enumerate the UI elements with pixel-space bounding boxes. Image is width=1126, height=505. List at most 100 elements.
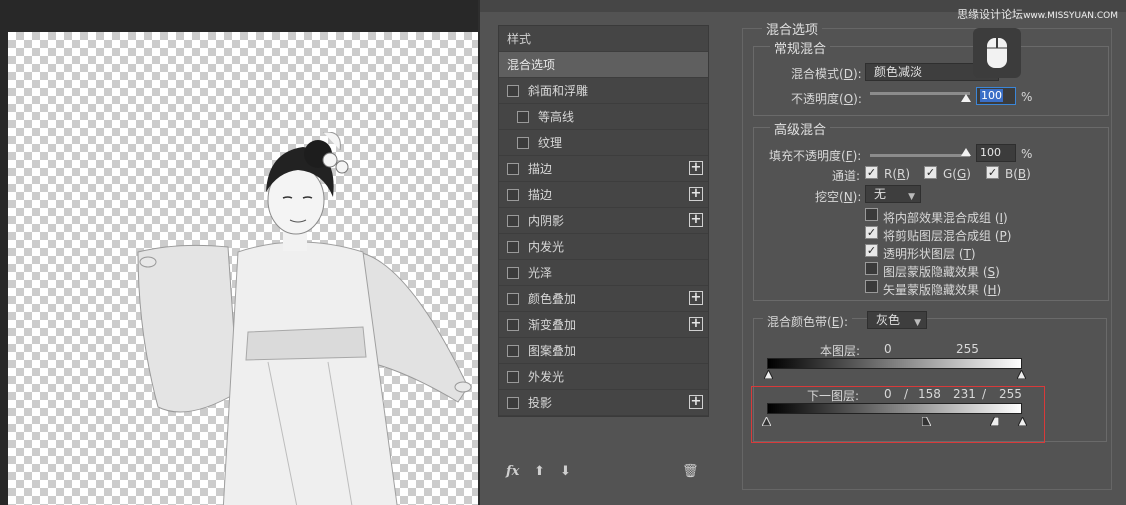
- blend-if-value: 灰色: [876, 313, 901, 327]
- outer-glow-checkbox[interactable]: [507, 370, 519, 383]
- add-color-overlay-button[interactable]: +: [689, 291, 703, 305]
- this-layer-min: 0: [884, 342, 892, 356]
- transparent-canvas[interactable]: [8, 32, 478, 505]
- add-stroke-button[interactable]: +: [689, 161, 703, 175]
- pattern-overlay-checkbox[interactable]: [507, 344, 519, 357]
- fill-opacity-value: 100: [980, 146, 1001, 159]
- blending-options-title: 混合选项: [762, 19, 823, 38]
- transparency-shapes-layer-label: 透明形状图层 (T): [883, 247, 976, 261]
- style-item-drop-shadow[interactable]: 投影 +: [499, 390, 708, 416]
- style-item-label: 描边: [528, 162, 553, 176]
- fill-opacity-label: 填充不透明度(F):: [769, 149, 862, 163]
- style-item-blending-options[interactable]: 混合选项: [499, 52, 708, 78]
- this-layer-black-handle[interactable]: [764, 370, 773, 379]
- style-item-label: 渐变叠加: [528, 318, 577, 332]
- underlying-layer-label: 下一图层:: [807, 389, 860, 403]
- underlying-black-handle-high[interactable]: [922, 417, 931, 426]
- channel-g-label: G(G): [943, 167, 971, 181]
- texture-checkbox[interactable]: [517, 136, 529, 149]
- this-layer-white-handle[interactable]: [1017, 370, 1026, 379]
- underlying-layer-gradient-bar: [767, 403, 1022, 414]
- style-item-label: 图案叠加: [528, 344, 577, 358]
- style-item-satin[interactable]: 光泽: [499, 260, 708, 286]
- advanced-blending-title: 高级混合: [770, 119, 831, 138]
- add-drop-shadow-button[interactable]: +: [689, 395, 703, 409]
- inner-shadow-checkbox[interactable]: [507, 214, 519, 227]
- style-item-label: 外发光: [528, 370, 565, 384]
- style-item-label: 描边: [528, 188, 553, 202]
- blend-interior-effects-label: 将内部效果混合成组 (I): [883, 211, 1008, 225]
- drop-shadow-checkbox[interactable]: [507, 396, 519, 409]
- channel-r-checkbox[interactable]: ✓: [865, 166, 878, 179]
- style-item-inner-shadow[interactable]: 内阴影 +: [499, 208, 708, 234]
- layer-mask-hides-effects-checkbox[interactable]: [865, 262, 878, 275]
- chevron-down-icon: ▼: [914, 318, 921, 328]
- blend-if-select[interactable]: 灰色 ▼: [867, 311, 927, 329]
- fill-opacity-input[interactable]: 100: [976, 144, 1016, 162]
- style-item-label: 投影: [528, 396, 553, 410]
- style-item-label: 颜色叠加: [528, 292, 577, 306]
- style-item-label: 混合选项: [507, 58, 556, 72]
- transparency-shapes-layer-checkbox[interactable]: ✓: [865, 244, 878, 257]
- styles-header-label: 样式: [507, 32, 532, 46]
- blend-interior-effects-checkbox[interactable]: [865, 208, 878, 221]
- blend-mode-value: 颜色减淡: [874, 65, 923, 79]
- stroke-checkbox[interactable]: [507, 162, 519, 175]
- blend-if-label: 混合颜色带(E):: [763, 313, 853, 330]
- style-item-pattern-overlay[interactable]: 图案叠加: [499, 338, 708, 364]
- add-inner-shadow-button[interactable]: +: [689, 213, 703, 227]
- style-item-label: 斜面和浮雕: [528, 84, 589, 98]
- underlying-black-high: 158: [918, 387, 941, 401]
- opacity-input[interactable]: 100: [976, 87, 1016, 105]
- style-item-contour[interactable]: 等高线: [499, 104, 708, 130]
- channel-b-checkbox[interactable]: ✓: [986, 166, 999, 179]
- general-blending-title: 常规混合: [770, 38, 831, 57]
- underlying-white-handle-low[interactable]: [990, 417, 999, 426]
- knockout-select[interactable]: 无 ▼: [865, 185, 921, 203]
- channel-r-label: R(R): [884, 167, 911, 181]
- blend-clipped-layers-checkbox[interactable]: ✓: [865, 226, 878, 239]
- document-canvas-area: [0, 0, 478, 505]
- watermark-text: 思缘设计论坛: [957, 8, 1024, 21]
- style-item-outer-glow[interactable]: 外发光: [499, 364, 708, 390]
- underlying-separator-1: /: [904, 387, 909, 401]
- style-item-stroke[interactable]: 描边 +: [499, 156, 708, 182]
- style-item-gradient-overlay[interactable]: 渐变叠加 +: [499, 312, 708, 338]
- fill-opacity-slider-track[interactable]: [870, 154, 970, 157]
- underlying-white-high: 255: [999, 387, 1022, 401]
- channel-b-label: B(B): [1005, 167, 1031, 181]
- trash-icon[interactable]: 🗑: [682, 464, 699, 479]
- add-stroke-2-button[interactable]: +: [689, 187, 703, 201]
- underlying-black-low: 0: [884, 387, 892, 401]
- bevel-emboss-checkbox[interactable]: [507, 84, 519, 97]
- style-item-bevel-emboss[interactable]: 斜面和浮雕: [499, 78, 708, 104]
- gradient-overlay-checkbox[interactable]: [507, 318, 519, 331]
- layer-style-dialog: 思缘设计论坛www.MISSYUAN.COM 样式 混合选项 斜面和浮雕 等高线…: [478, 0, 1126, 505]
- move-down-icon[interactable]: ⬇: [560, 464, 571, 479]
- blend-clipped-layers-label: 将剪贴图层混合成组 (P): [883, 229, 1012, 243]
- satin-checkbox[interactable]: [507, 266, 519, 279]
- contour-checkbox[interactable]: [517, 110, 529, 123]
- style-item-color-overlay[interactable]: 颜色叠加 +: [499, 286, 708, 312]
- styles-header[interactable]: 样式: [499, 26, 708, 52]
- opacity-slider-handle[interactable]: [961, 94, 971, 102]
- move-up-icon[interactable]: ⬆: [534, 464, 545, 479]
- opacity-slider-track[interactable]: [870, 92, 970, 95]
- vector-mask-hides-effects-checkbox[interactable]: [865, 280, 878, 293]
- style-item-inner-glow[interactable]: 内发光: [499, 234, 708, 260]
- style-item-label: 内阴影: [528, 214, 565, 228]
- color-overlay-checkbox[interactable]: [507, 292, 519, 305]
- underlying-white-low: 231: [953, 387, 976, 401]
- style-item-stroke-2[interactable]: 描边 +: [499, 182, 708, 208]
- inner-glow-checkbox[interactable]: [507, 240, 519, 253]
- add-gradient-overlay-button[interactable]: +: [689, 317, 703, 331]
- knockout-label: 挖空(N):: [815, 190, 862, 204]
- stroke-2-checkbox[interactable]: [507, 188, 519, 201]
- underlying-white-handle-high[interactable]: [1018, 417, 1027, 426]
- channels-label: 通道:: [832, 169, 861, 183]
- underlying-black-handle-low[interactable]: [762, 417, 771, 426]
- fill-opacity-slider-handle[interactable]: [961, 148, 971, 156]
- channel-g-checkbox[interactable]: ✓: [924, 166, 937, 179]
- style-item-texture[interactable]: 纹理: [499, 130, 708, 156]
- fx-icon[interactable]: fx: [506, 464, 519, 479]
